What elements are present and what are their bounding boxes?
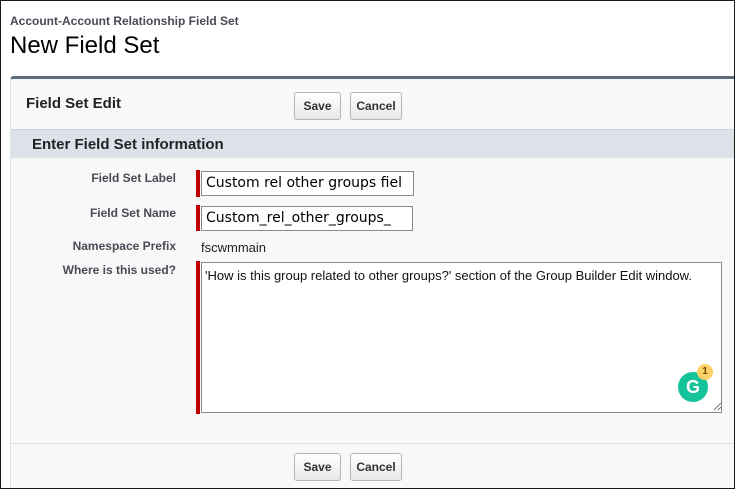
required-indicator xyxy=(196,205,200,231)
save-button-bottom[interactable]: Save xyxy=(294,453,341,481)
field-set-edit-panel: Field Set Edit Save Cancel Enter Field S… xyxy=(10,76,734,488)
section-title: Enter Field Set information xyxy=(32,136,224,153)
footer-divider xyxy=(11,443,734,444)
save-button-top[interactable]: Save xyxy=(294,92,341,120)
where-used-label: Where is this used? xyxy=(62,263,176,277)
panel-title: Field Set Edit xyxy=(26,95,122,112)
page-header: Account-Account Relationship Field Set N… xyxy=(10,14,239,61)
required-indicator xyxy=(196,261,200,414)
resize-grip-icon[interactable] xyxy=(712,401,722,411)
field-set-label-input[interactable]: Custom rel other groups fiel xyxy=(201,171,414,196)
cancel-button-top[interactable]: Cancel xyxy=(350,92,402,120)
namespace-prefix-label: Namespace Prefix xyxy=(72,239,176,253)
namespace-prefix-value: fscwmmain xyxy=(201,240,267,255)
grammarly-badge: 1 xyxy=(697,364,713,380)
field-set-label-label: Field Set Label xyxy=(91,171,176,185)
field-set-name-input[interactable]: Custom_rel_other_groups_ xyxy=(201,206,413,231)
field-set-name-label: Field Set Name xyxy=(89,206,176,220)
panel-header: Field Set Edit Save Cancel xyxy=(11,79,734,127)
section-header: Enter Field Set information xyxy=(11,129,734,158)
breadcrumb: Account-Account Relationship Field Set xyxy=(10,14,239,28)
page-title: New Field Set xyxy=(10,32,160,59)
required-indicator xyxy=(196,170,200,197)
cancel-button-bottom[interactable]: Cancel xyxy=(350,453,402,481)
where-used-textarea[interactable]: 'How is this group related to other grou… xyxy=(201,262,722,413)
grammarly-icon[interactable]: G 1 xyxy=(678,364,713,402)
